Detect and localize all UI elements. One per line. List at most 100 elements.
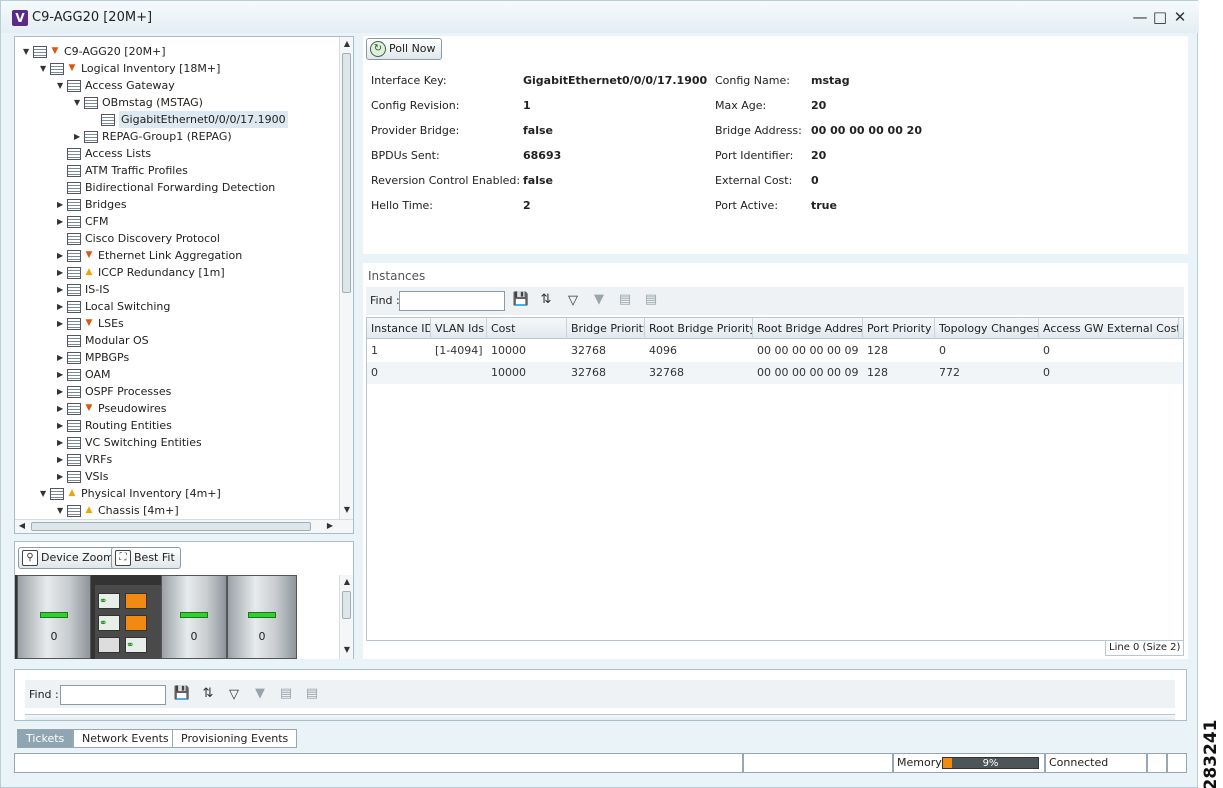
tree-item[interactable]: ▶ Local Switching <box>15 298 335 315</box>
expand-arrow-icon[interactable]: ▶ <box>57 417 66 434</box>
minimize-icon[interactable]: — <box>1131 8 1149 26</box>
tree-item[interactable]: ▶ OAM <box>15 366 335 383</box>
filter-icon[interactable]: ▽ <box>225 686 243 704</box>
scroll-left-arrow-icon[interactable]: ◀ <box>15 521 29 530</box>
tree-item[interactable]: ▶ CFM <box>15 213 335 230</box>
expand-arrow-icon[interactable]: ▶ <box>57 451 66 468</box>
scroll-right-arrow-icon[interactable]: ▶ <box>323 521 337 530</box>
tree-item[interactable]: ▶ VC Switching Entities <box>15 434 335 451</box>
export-all-icon[interactable]: ▤ <box>642 291 660 309</box>
scroll-up-arrow-icon[interactable]: ▲ <box>340 39 354 48</box>
tree-item[interactable]: ▼ Access Gateway <box>15 77 335 94</box>
poll-now-button[interactable]: ↻ Poll Now <box>366 38 442 60</box>
events-table-header[interactable] <box>25 714 1175 720</box>
close-icon[interactable]: ✕ <box>1171 8 1189 26</box>
tree-item[interactable]: GigabitEthernet0/0/0/17.1900 <box>15 111 335 128</box>
tree-horizontal-scrollbar[interactable]: ◀ ▶ <box>15 519 353 533</box>
collapse-arrow-icon[interactable]: ▼ <box>57 502 66 519</box>
expand-arrow-icon[interactable]: ▶ <box>57 400 66 417</box>
column-header[interactable]: Root Bridge Address <box>753 318 863 339</box>
column-header[interactable]: Root Bridge Priority <box>645 318 753 339</box>
expand-arrow-icon[interactable]: ▶ <box>57 349 66 366</box>
expand-arrow-icon[interactable]: ▶ <box>74 128 83 145</box>
expand-arrow-icon[interactable]: ▶ <box>57 383 66 400</box>
events-find-input[interactable] <box>60 685 166 705</box>
scroll-down-arrow-icon[interactable]: ▼ <box>340 505 354 514</box>
device-zoom-button[interactable]: ⚲ Device Zoom <box>18 547 120 569</box>
tab-network-events[interactable]: Network Events <box>73 729 178 748</box>
expand-arrow-icon[interactable]: ▶ <box>57 196 66 213</box>
tree-item[interactable]: ▶ ▲ ICCP Redundancy [1m] <box>15 264 335 281</box>
tree-item[interactable]: ▼ ▲ Physical Inventory [4m+] <box>15 485 335 502</box>
expand-arrow-icon[interactable]: ▶ <box>57 366 66 383</box>
expand-arrow-icon[interactable]: ▶ <box>57 213 66 230</box>
export-all-icon[interactable]: ▤ <box>303 685 321 703</box>
tree-scroll-thumb[interactable] <box>342 53 351 293</box>
expand-arrow-icon[interactable]: ▶ <box>57 315 66 332</box>
scroll-up-arrow-icon[interactable]: ▲ <box>340 577 354 586</box>
tree-item[interactable]: Cisco Discovery Protocol <box>15 230 335 247</box>
table-row[interactable]: 1 [1-4094] 10000 32768 4096 00 00 00 00 00 09… <box>367 340 1183 362</box>
save-icon[interactable]: 💾 <box>173 685 191 703</box>
column-header[interactable]: Access GW External Cost <box>1039 318 1179 339</box>
tree-item[interactable]: ▶ OSPF Processes <box>15 383 335 400</box>
column-header[interactable]: Bridge Priority <box>567 318 645 339</box>
collapse-arrow-icon[interactable]: ▼ <box>23 43 32 60</box>
tab-provisioning-events[interactable]: Provisioning Events <box>172 729 298 748</box>
expand-arrow-icon[interactable]: ▶ <box>57 434 66 451</box>
tree-item[interactable]: Bidirectional Forwarding Detection <box>15 179 335 196</box>
tree-item[interactable]: ▶ ▼ LSEs <box>15 315 335 332</box>
tree-item[interactable]: ▶ REPAG-Group1 (REPAG) <box>15 128 335 145</box>
expand-arrow-icon[interactable]: ▶ <box>57 298 66 315</box>
map-scroll-thumb[interactable] <box>342 591 351 619</box>
line-card[interactable]: 0 <box>17 575 91 659</box>
column-header[interactable]: Instance ID <box>367 318 431 339</box>
tree-item[interactable]: ▶ VSIs <box>15 468 335 485</box>
advanced-filter-icon[interactable]: ▼ <box>590 291 608 309</box>
line-card[interactable]: 0 <box>227 575 297 659</box>
tree-item[interactable]: ▼ ▼ C9-AGG20 [20M+] <box>15 43 335 60</box>
best-fit-button[interactable]: ⛶ Best Fit <box>111 547 181 569</box>
tree-hscroll-thumb[interactable] <box>31 522 311 531</box>
tree-item[interactable]: ▶ ▼ Ethernet Link Aggregation <box>15 247 335 264</box>
expand-arrow-icon[interactable]: ▶ <box>57 247 66 264</box>
expand-arrow-icon[interactable]: ▶ <box>57 281 66 298</box>
expand-arrow-icon[interactable]: ▶ <box>57 264 66 281</box>
tree-item[interactable]: ▶ Bridges <box>15 196 335 213</box>
column-header[interactable]: Port Priority <box>863 318 935 339</box>
column-header[interactable]: VLAN Ids <box>431 318 487 339</box>
tree-item[interactable]: ▶ ▼ Pseudowires <box>15 400 335 417</box>
map-vertical-scrollbar[interactable]: ▲ ▼ <box>339 575 353 659</box>
tree-item[interactable]: ▶ MPBGPs <box>15 349 335 366</box>
column-header[interactable]: Topology Changes <box>935 318 1039 339</box>
tree-item[interactable]: ATM Traffic Profiles <box>15 162 335 179</box>
tree-item[interactable]: Modular OS <box>15 332 335 349</box>
collapse-arrow-icon[interactable]: ▼ <box>74 94 83 111</box>
filter-icon[interactable]: ▽ <box>564 292 582 310</box>
tree-item[interactable]: Access Lists <box>15 145 335 162</box>
scroll-down-arrow-icon[interactable]: ▼ <box>340 645 354 654</box>
expand-arrow-icon[interactable]: ▶ <box>57 468 66 485</box>
tree-vertical-scrollbar[interactable]: ▲ ▼ <box>339 37 353 519</box>
module-bay[interactable]: ⚭ ⚭ ⚭ <box>95 585 161 659</box>
advanced-filter-icon[interactable]: ▼ <box>251 685 269 703</box>
tree-item[interactable]: ▶ VRFs <box>15 451 335 468</box>
table-row[interactable]: 0 10000 32768 32768 00 00 00 00 00 09 128 772 0 <box>367 362 1183 384</box>
sort-icon[interactable]: ⇅ <box>537 291 555 309</box>
export-icon[interactable]: ▤ <box>277 685 295 703</box>
tab-tickets[interactable]: Tickets <box>17 729 74 748</box>
column-header[interactable]: Cost <box>487 318 567 339</box>
tree-item[interactable]: ▼ ▼ Logical Inventory [18M+] <box>15 60 335 77</box>
sort-icon[interactable]: ⇅ <box>199 685 217 703</box>
instances-find-input[interactable] <box>399 291 505 311</box>
line-card[interactable]: 0 <box>161 575 227 659</box>
tree-item[interactable]: ▶ IS-IS <box>15 281 335 298</box>
maximize-icon[interactable]: □ <box>1151 8 1169 26</box>
collapse-arrow-icon[interactable]: ▼ <box>40 485 49 502</box>
chassis-view[interactable]: 0 ⚭ ⚭ ⚭ 0 0 <box>15 575 340 659</box>
export-icon[interactable]: ▤ <box>616 291 634 309</box>
save-icon[interactable]: 💾 <box>512 291 530 309</box>
tree-item[interactable]: ▼ ▲ Chassis [4m+] <box>15 502 335 519</box>
collapse-arrow-icon[interactable]: ▼ <box>40 60 49 77</box>
collapse-arrow-icon[interactable]: ▼ <box>57 77 66 94</box>
